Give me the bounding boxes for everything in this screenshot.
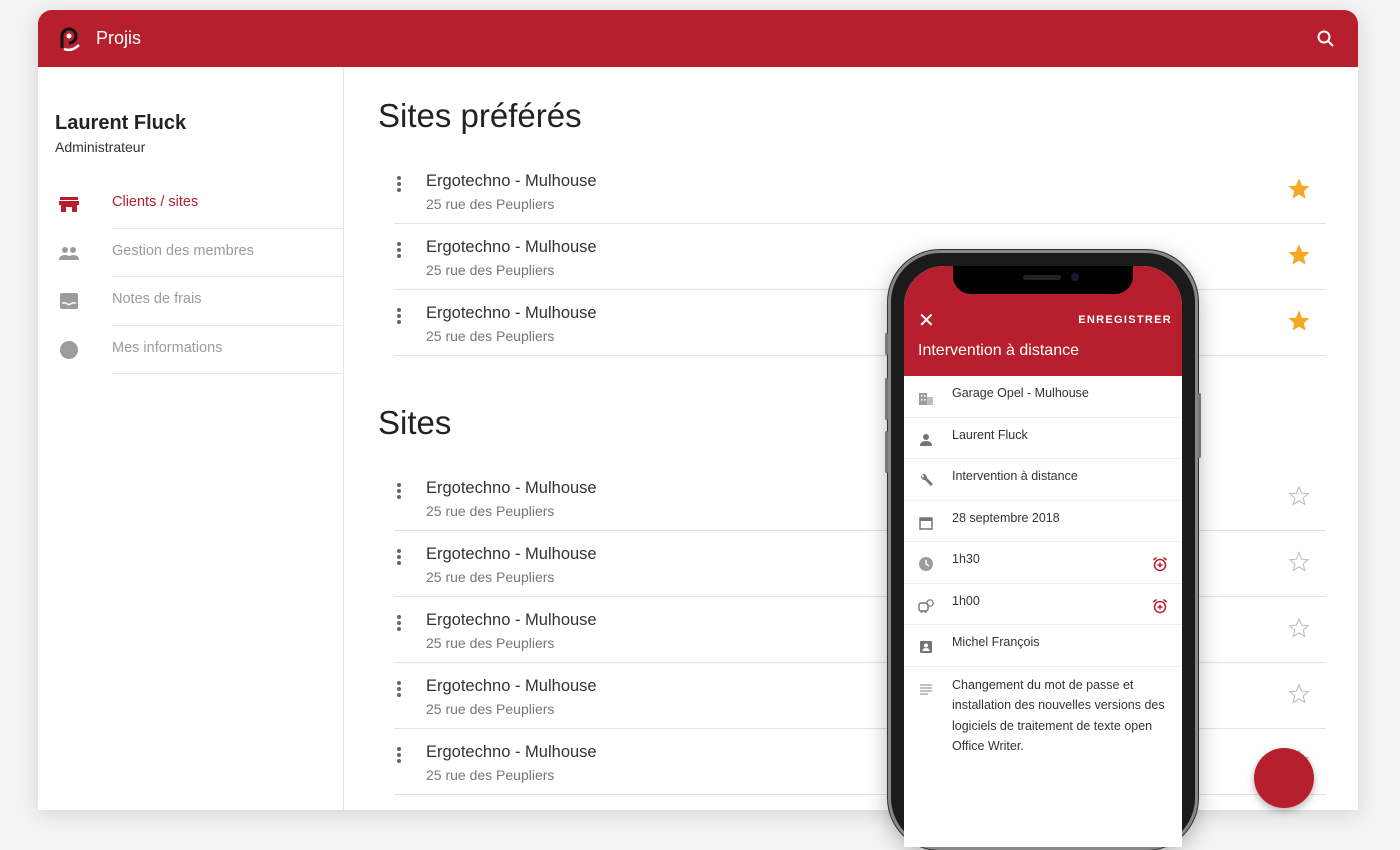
field-type[interactable]: Intervention à distance — [904, 459, 1182, 501]
add-alarm-icon[interactable] — [1152, 556, 1168, 572]
sidebar-item-members[interactable]: Gestion des membres — [38, 229, 344, 277]
site-address: 25 rue des Peupliers — [426, 569, 555, 585]
sidebar-nav: Clients / sites Gestion des membres Note… — [38, 180, 344, 374]
site-name: Ergotechno - Mulhouse — [426, 479, 597, 497]
more-vert-icon[interactable] — [394, 613, 404, 635]
phone-mockup: ✕ ENREGISTRER Intervention à distance Ga… — [885, 250, 1201, 850]
sidebar-item-label: Mes informations — [112, 326, 344, 374]
field-type-value: Intervention à distance — [952, 469, 1078, 483]
phone-side-button — [1198, 393, 1201, 458]
more-vert-icon[interactable] — [394, 481, 404, 503]
phone-title: Intervention à distance — [918, 342, 1079, 359]
field-travel[interactable]: 1h00 — [904, 584, 1182, 625]
field-person[interactable]: Laurent Fluck — [904, 418, 1182, 459]
close-icon[interactable]: ✕ — [918, 308, 935, 333]
search-icon — [1317, 30, 1334, 47]
more-vert-icon[interactable] — [394, 745, 404, 767]
phone-notch — [953, 266, 1133, 294]
site-name: Ergotechno - Mulhouse — [426, 172, 597, 190]
account-circle-icon — [60, 340, 78, 359]
site-address: 25 rue des Peupliers — [426, 767, 555, 783]
projis-logo-icon — [60, 27, 80, 51]
sidebar-item-my-info[interactable]: Mes informations — [38, 326, 344, 374]
field-person-value: Laurent Fluck — [952, 427, 1028, 442]
store-icon — [59, 197, 79, 212]
field-description[interactable]: Changement du mot de passe et installati… — [904, 667, 1182, 777]
user-name: Laurent Fluck — [55, 112, 187, 134]
more-vert-icon[interactable] — [394, 240, 404, 262]
site-name: Ergotechno - Mulhouse — [426, 611, 597, 629]
site-address: 25 rue des Peupliers — [426, 262, 555, 278]
star-filled-icon[interactable] — [1288, 310, 1310, 332]
site-name: Ergotechno - Mulhouse — [426, 304, 597, 322]
site-address: 25 rue des Peupliers — [426, 503, 555, 519]
people-icon — [59, 246, 79, 260]
more-vert-icon[interactable] — [394, 174, 404, 196]
sidebar: Laurent Fluck Administrateur Clients / s… — [38, 67, 344, 810]
site-address: 25 rue des Peupliers — [426, 196, 555, 212]
add-fab-button[interactable] — [1254, 748, 1314, 808]
star-outline-icon[interactable] — [1288, 683, 1310, 705]
field-site-value: Garage Opel - Mulhouse — [952, 386, 1089, 400]
phone-speaker — [1023, 275, 1061, 280]
more-vert-icon[interactable] — [394, 547, 404, 569]
add-alarm-icon[interactable] — [1152, 598, 1168, 614]
commute-icon — [918, 598, 934, 613]
save-button[interactable]: ENREGISTRER — [1078, 314, 1172, 326]
phone-side-button — [885, 333, 888, 355]
search-button[interactable] — [1312, 25, 1340, 53]
site-name: Ergotechno - Mulhouse — [426, 545, 597, 563]
field-contact-value: Michel François — [952, 635, 1040, 649]
favorites-title: Sites préférés — [378, 97, 582, 134]
field-date-value: 28 septembre 2018 — [952, 510, 1060, 525]
site-address: 25 rue des Peupliers — [426, 635, 555, 651]
field-duration[interactable]: 1h30 — [904, 542, 1182, 584]
phone-app-bar: ✕ ENREGISTRER Intervention à distance — [904, 266, 1182, 376]
phone-screen: ✕ ENREGISTRER Intervention à distance Ga… — [904, 266, 1182, 847]
user-role: Administrateur — [55, 139, 146, 155]
field-contact[interactable]: Michel François — [904, 625, 1182, 667]
sidebar-item-clients-sites[interactable]: Clients / sites — [38, 180, 344, 229]
business-icon — [919, 393, 933, 405]
site-name: Ergotechno - Mulhouse — [426, 238, 597, 256]
field-duration-value: 1h30 — [952, 552, 980, 566]
contact-card-icon — [920, 641, 932, 653]
more-vert-icon[interactable] — [394, 679, 404, 701]
star-filled-icon[interactable] — [1288, 244, 1310, 266]
sites-title: Sites — [378, 404, 452, 441]
sidebar-item-expenses[interactable]: Notes de frais — [38, 277, 344, 326]
phone-side-button — [885, 378, 888, 420]
star-outline-icon[interactable] — [1288, 485, 1310, 507]
phone-camera — [1071, 273, 1079, 281]
field-date[interactable]: 28 septembre 2018 — [904, 501, 1182, 542]
site-address: 25 rue des Peupliers — [426, 328, 555, 344]
star-filled-icon[interactable] — [1288, 178, 1310, 200]
person-icon — [920, 433, 932, 446]
star-outline-icon[interactable] — [1288, 551, 1310, 573]
calendar-icon — [919, 516, 933, 530]
field-site[interactable]: Garage Opel - Mulhouse — [904, 376, 1182, 418]
field-description-value: Changement du mot de passe et installati… — [952, 677, 1165, 754]
notes-icon — [920, 683, 932, 695]
site-address: 25 rue des Peupliers — [426, 701, 555, 717]
field-travel-value: 1h00 — [952, 593, 980, 608]
clock-icon — [919, 557, 933, 571]
site-name: Ergotechno - Mulhouse — [426, 743, 597, 761]
sidebar-item-label: Notes de frais — [112, 277, 344, 326]
site-name: Ergotechno - Mulhouse — [426, 677, 597, 695]
top-app-bar: Projis — [38, 10, 1358, 67]
wrench-icon — [920, 473, 933, 486]
list-item[interactable]: Ergotechno - Mulhouse 25 rue des Peuplier… — [394, 158, 1326, 224]
phone-side-button — [885, 431, 888, 473]
star-outline-icon[interactable] — [1288, 617, 1310, 639]
app-title: Projis — [96, 28, 142, 48]
inbox-icon — [60, 293, 78, 309]
sidebar-item-label: Gestion des membres — [112, 229, 344, 277]
sidebar-item-label: Clients / sites — [112, 180, 344, 229]
more-vert-icon[interactable] — [394, 306, 404, 328]
